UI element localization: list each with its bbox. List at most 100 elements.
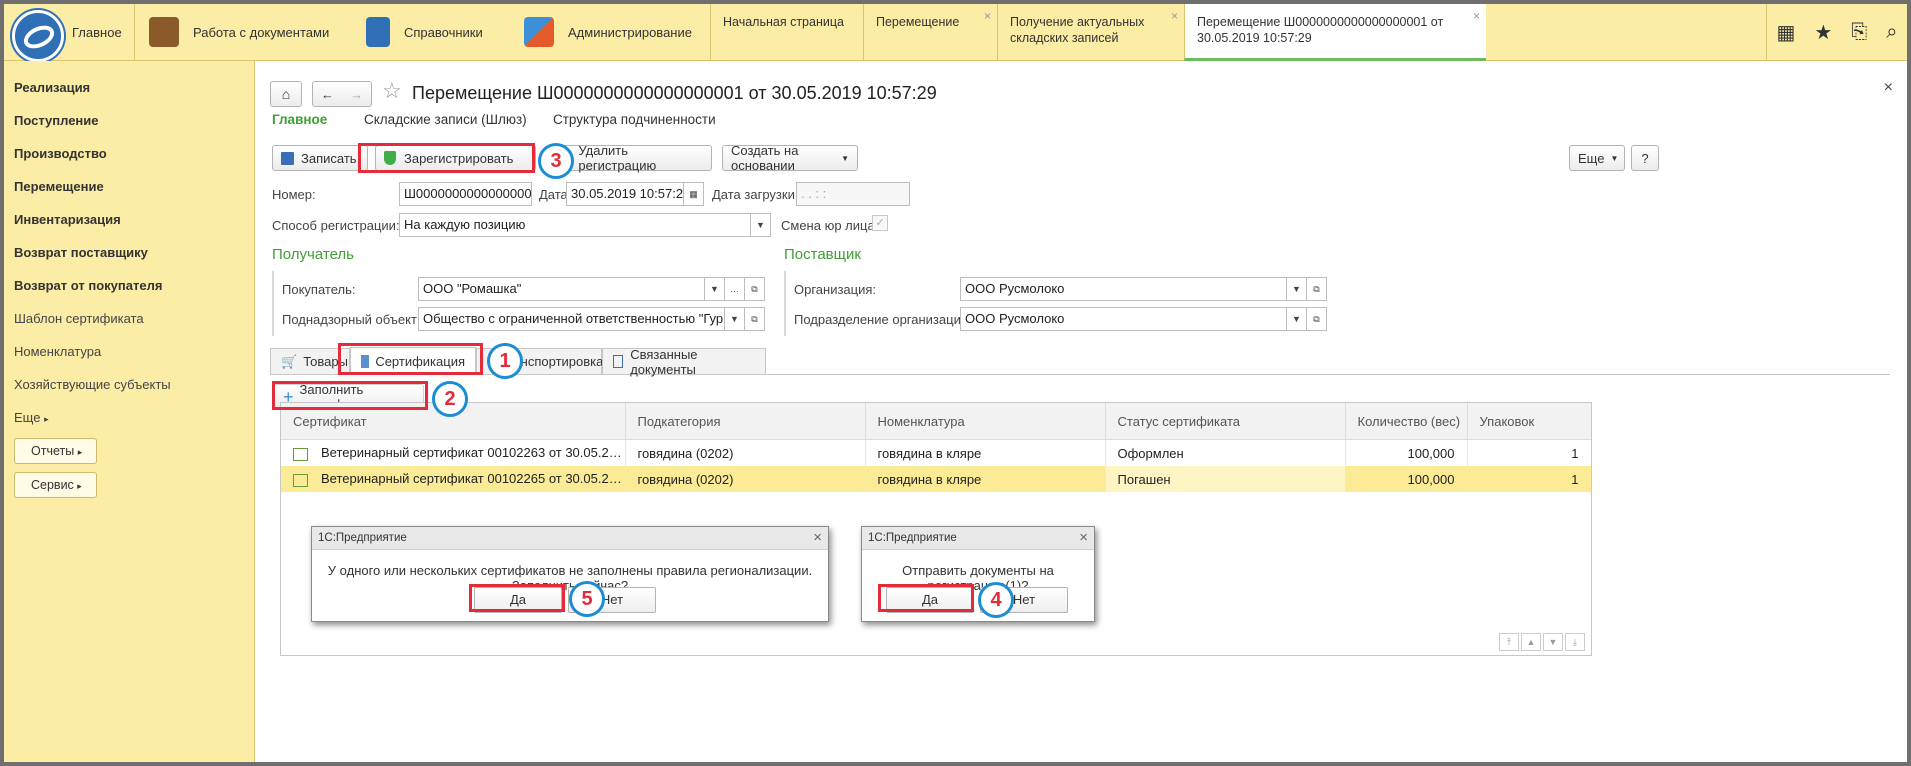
dialog-title-bar: 1С:Предприятие × xyxy=(312,527,828,550)
close-icon[interactable]: × xyxy=(984,8,991,24)
close-form-icon[interactable]: × xyxy=(1884,79,1893,97)
org-field[interactable]: ООО Русмолоко xyxy=(960,277,1287,301)
table-row[interactable]: Ветеринарный сертификат 00102263 от 30.0… xyxy=(281,439,1591,466)
scroll-up-icon[interactable]: ▲ xyxy=(1521,633,1541,651)
favorite-star-icon[interactable]: ☆ xyxy=(382,78,402,104)
calendar-icon[interactable]: ▦ xyxy=(684,182,704,206)
open-link-icon[interactable]: ⧉ xyxy=(745,307,765,331)
home-button[interactable]: ⌂ xyxy=(270,81,302,107)
forward-arrow-icon[interactable]: → xyxy=(350,87,363,102)
scroll-controls: ⤒ ▲ ▼ ⤓ xyxy=(1499,633,1585,651)
sidebar-item-more[interactable]: Еще ▸ xyxy=(14,401,254,434)
column-header[interactable]: Номенклатура xyxy=(865,403,1106,440)
scroll-top-icon[interactable]: ⤒ xyxy=(1499,633,1519,651)
floppy-icon xyxy=(281,151,294,165)
nav-link-main[interactable]: Главное xyxy=(272,112,327,127)
dropdown-arrow-icon[interactable]: ▼ xyxy=(751,213,771,237)
create-based-button[interactable]: Создать на основании ▼ xyxy=(722,143,858,173)
sidebar-item-inventory[interactable]: Инвентаризация xyxy=(14,203,254,236)
apps-grid-icon[interactable]: ▦ xyxy=(1776,20,1795,45)
table-cell: Оформлен xyxy=(1105,439,1346,466)
section-main-label: Главное xyxy=(72,24,122,40)
open-link-icon[interactable]: ⧉ xyxy=(1307,307,1327,331)
reports-button[interactable]: Отчеты ▸ xyxy=(14,438,98,464)
open-tab-document[interactable]: Перемещение Ш0000000000000000001 от 30.0… xyxy=(1184,4,1486,61)
service-button[interactable]: Сервис ▸ xyxy=(14,472,97,498)
change-entity-label: Смена юр лица: xyxy=(781,218,879,233)
select-dots-icon[interactable]: … xyxy=(725,277,745,301)
regionalization-dialog: 1С:Предприятие × У одного или нескольких… xyxy=(311,526,829,622)
close-icon[interactable]: × xyxy=(1473,8,1480,24)
arrow-right-icon: ▸ xyxy=(77,447,83,457)
sidebar-item-entities[interactable]: Хозяйствующие субъекты xyxy=(14,368,254,401)
more-button[interactable]: Еще ▼ xyxy=(1569,145,1625,171)
date-field[interactable]: 30.05.2019 10:57:29 xyxy=(566,182,684,206)
dropdown-arrow-icon[interactable]: ▼ xyxy=(1287,277,1307,301)
open-tab-home[interactable]: Начальная страница xyxy=(710,4,863,60)
dropdown-arrow-icon[interactable]: ▼ xyxy=(705,277,725,301)
sidebar-item-transfer[interactable]: Перемещение xyxy=(14,170,254,203)
sidebar-item-sales[interactable]: Реализация xyxy=(14,71,254,104)
division-label: Подразделение организации: xyxy=(794,312,972,327)
sidebar-item-receipts[interactable]: Поступление xyxy=(14,104,254,137)
nav-link-structure[interactable]: Структура подчиненности xyxy=(553,112,716,127)
dropdown-arrow-icon: ▼ xyxy=(1610,153,1619,163)
scroll-down-icon[interactable]: ▼ xyxy=(1543,633,1563,651)
history-nav: ← → xyxy=(312,81,372,107)
section-documents[interactable]: Работа с документами xyxy=(149,4,329,60)
open-link-icon[interactable]: ⧉ xyxy=(745,277,765,301)
scroll-bottom-icon[interactable]: ⤓ xyxy=(1565,633,1585,651)
sidebar-item-cert-template[interactable]: Шаблон сертификата xyxy=(14,302,254,335)
save-button[interactable]: Записать xyxy=(272,145,368,171)
app-window: Главное Работа с документами Справочники… xyxy=(4,4,1907,762)
close-icon[interactable]: × xyxy=(1171,8,1178,24)
open-link-icon[interactable]: ⧉ xyxy=(1307,277,1327,301)
cart-icon: 🛒 xyxy=(281,353,298,369)
section-admin[interactable]: Администрирование xyxy=(524,4,692,60)
1c-logo-icon[interactable] xyxy=(12,10,64,62)
column-header[interactable]: Количество (вес) xyxy=(1345,403,1468,440)
back-arrow-icon[interactable]: ← xyxy=(321,87,334,102)
division-field[interactable]: ООО Русмолоко xyxy=(960,307,1287,331)
history-icon[interactable]: ⎘ xyxy=(1851,21,1867,44)
change-entity-checkbox[interactable]: ✓ xyxy=(872,215,888,231)
sidebar-item-production[interactable]: Производство xyxy=(14,137,254,170)
dropdown-arrow-icon[interactable]: ▼ xyxy=(725,307,745,331)
page-title: Перемещение Ш0000000000000000001 от 30.0… xyxy=(412,83,937,103)
step-2-marker: 2 xyxy=(432,381,468,417)
section-main[interactable]: Главное xyxy=(72,4,122,60)
column-header[interactable]: Подкатегория xyxy=(625,403,866,440)
buyer-label: Покупатель: xyxy=(282,282,356,297)
sidebar-item-return-buyer[interactable]: Возврат от покупателя xyxy=(14,269,254,302)
object-field[interactable]: Общество с ограниченной ответственностью… xyxy=(418,307,725,331)
column-header[interactable]: Упаковок xyxy=(1467,403,1591,440)
help-button[interactable]: ? xyxy=(1631,145,1659,171)
star-icon[interactable]: ★ xyxy=(1814,20,1832,45)
highlight-yes-fill xyxy=(469,584,565,612)
close-icon[interactable]: × xyxy=(1079,527,1088,549)
unregister-button[interactable]: Удалить регистрацию xyxy=(550,143,712,173)
document-form: ⌂ ← → ☆ Перемещение Ш0000000000000000001… xyxy=(262,61,1907,762)
sidebar-item-nomenclature[interactable]: Номенклатура xyxy=(14,335,254,368)
step-4-marker: 4 xyxy=(978,582,1014,618)
dialog-title-bar: 1С:Предприятие × xyxy=(862,527,1094,550)
dropdown-arrow-icon[interactable]: ▼ xyxy=(1287,307,1307,331)
nav-link-warehouse[interactable]: Складские записи (Шлюз) xyxy=(364,112,527,127)
search-icon[interactable]: ⌕ xyxy=(1886,21,1897,44)
reg-method-field[interactable]: На каждую позицию xyxy=(399,213,751,237)
table-cell: говядина (0202) xyxy=(625,466,866,492)
number-field[interactable]: Ш0000000000000000001 xyxy=(399,182,532,206)
column-header[interactable]: Статус сертификата xyxy=(1105,403,1346,440)
section-references[interactable]: Справочники xyxy=(366,4,483,60)
buyer-field[interactable]: ООО "Ромашка" xyxy=(418,277,705,301)
sidebar-item-return-supplier[interactable]: Возврат поставщику xyxy=(14,236,254,269)
load-date-field[interactable]: . . : : xyxy=(796,182,910,206)
table-cell: Погашен xyxy=(1105,466,1346,492)
open-tab-records[interactable]: Получение актуальных складских записей × xyxy=(997,4,1184,60)
table-cell: Ветеринарный сертификат 00102265 от 30.0… xyxy=(281,466,626,492)
close-icon[interactable]: × xyxy=(813,527,822,549)
tab-related[interactable]: Связанные документы xyxy=(602,347,766,377)
table-row[interactable]: Ветеринарный сертификат 00102265 от 30.0… xyxy=(281,466,1591,492)
table-cell: Ветеринарный сертификат 00102263 от 30.0… xyxy=(281,439,626,466)
open-tab-transfer[interactable]: Перемещение × xyxy=(863,4,997,60)
